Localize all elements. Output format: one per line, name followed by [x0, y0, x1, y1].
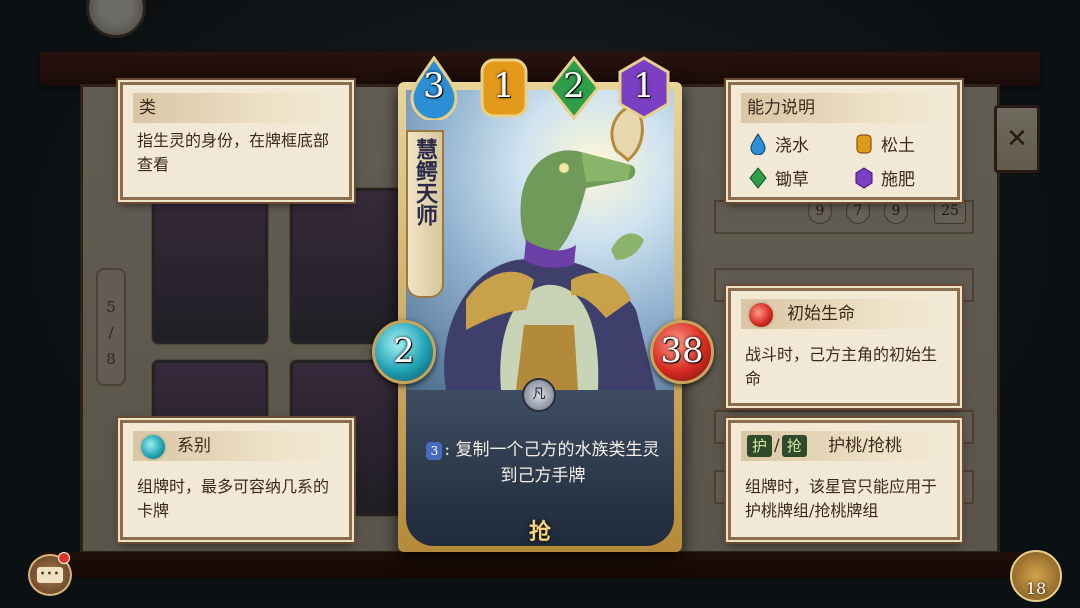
ability-legend-row: 锄草 施肥 [749, 165, 947, 195]
life-panel: 初始生命 战斗时，己方主角的初始生命 [728, 288, 960, 406]
cost-gem-water: 3 [408, 55, 460, 122]
cost-value: 1 [633, 66, 655, 106]
cost-gem-fertilize: 1 [618, 56, 670, 120]
ability-label: 施肥 [881, 170, 915, 190]
card-description: 3: 复制一个己方的水族类生灵到己方手牌 [420, 437, 666, 489]
chat-icon: ••• [37, 567, 63, 583]
card-detail[interactable]: 慧鳄天师 3 1 2 1 2 38 凡 3: 复制一个己方的水族类生灵到己方手牌… [372, 55, 714, 552]
fertilize-gem-icon [855, 166, 873, 189]
ability-panel: 能力说明 浇水 松土 锄草 施肥 [728, 82, 960, 200]
soil-gem-icon [856, 134, 872, 153]
life-stat-orb: 38 [650, 320, 714, 384]
life-panel-header: 初始生命 [741, 299, 947, 329]
coin-count: 18 [1025, 579, 1047, 598]
ability-label: 锄草 [775, 170, 809, 190]
peach-panel-body: 组牌时，该星官只能应用于护桃牌组/抢桃牌组 [745, 477, 938, 520]
type-panel-body: 指生灵的身份，在牌框底部查看 [137, 131, 330, 174]
life-panel-title: 初始生命 [787, 304, 855, 324]
series-panel-body: 组牌时，最多可容纳几系的卡牌 [137, 477, 330, 520]
series-stat-value: 2 [393, 331, 415, 371]
grab-peach-label: 抢 [528, 519, 551, 545]
card-description-text: : 复制一个己方的水族类生灵到己方手牌 [444, 440, 660, 486]
cost-gem-soil: 1 [478, 56, 530, 120]
peach-panel: 护 / 抢 护桃/抢桃 组牌时，该星官只能应用于护桃牌组/抢桃牌组 [728, 420, 960, 540]
ability-item-soil: 松土 [855, 131, 915, 156]
ability-panel-title: 能力说明 [741, 93, 947, 123]
crocodile-sage-illustration [444, 103, 656, 390]
ability-legend-row: 浇水 松土 [749, 131, 947, 161]
water-drop-icon [750, 132, 766, 155]
peach-panel-title: 护桃/抢桃 [828, 436, 902, 456]
ability-item-fertilize: 施肥 [855, 165, 915, 190]
peach-panel-header: 护 / 抢 护桃/抢桃 [741, 431, 947, 461]
life-orb-icon [747, 300, 775, 329]
card-artwork [406, 90, 674, 390]
series-panel: 系别 组牌时，最多可容纳几系的卡牌 [120, 420, 352, 540]
notification-dot [58, 552, 70, 564]
guard-peach-tag: 护 [747, 435, 773, 457]
card-name: 慧鳄天师 [412, 138, 438, 226]
cost-value: 2 [563, 66, 585, 106]
grab-peach-tag: 抢 [781, 435, 807, 457]
ability-item-water: 浇水 [749, 131, 809, 156]
type-panel: 类 指生灵的身份，在牌框底部查看 [120, 82, 352, 200]
ability-item-weed: 锄草 [749, 165, 809, 190]
cost-value: 3 [423, 66, 445, 106]
cost-value: 1 [493, 66, 515, 106]
life-panel-body: 战斗时，己方主角的初始生命 [745, 345, 938, 388]
type-panel-title: 类 [133, 93, 339, 123]
series-orb-icon [139, 432, 167, 461]
hoe-gem-icon [749, 166, 767, 189]
life-stat-value: 38 [660, 331, 704, 371]
series-stat-orb: 2 [372, 320, 436, 384]
rarity-emblem: 凡 [522, 378, 556, 412]
card-name-banner: 慧鳄天师 [406, 130, 444, 298]
ability-label: 松土 [881, 136, 915, 156]
desc-cost-icon: 3 [426, 441, 443, 460]
cost-gem-weed: 2 [548, 55, 600, 121]
series-panel-header: 系别 [133, 431, 339, 461]
peach-coin-button[interactable]: 18 [1010, 550, 1062, 602]
series-panel-title: 系别 [177, 436, 211, 456]
ability-label: 浇水 [775, 136, 809, 156]
